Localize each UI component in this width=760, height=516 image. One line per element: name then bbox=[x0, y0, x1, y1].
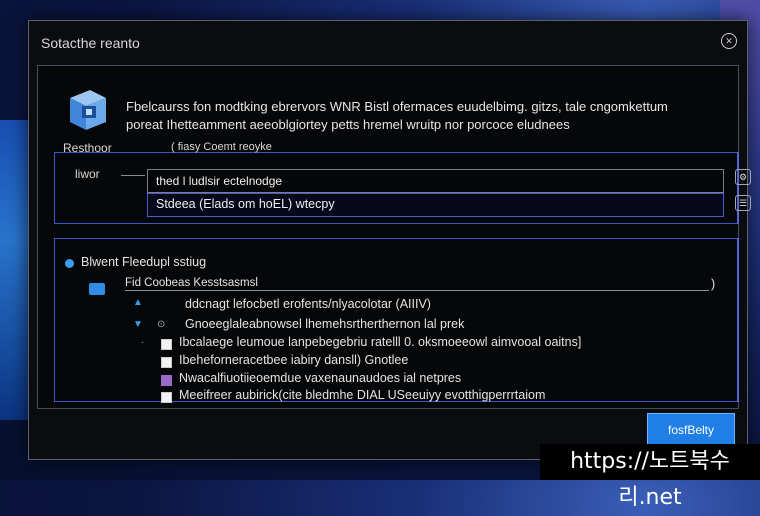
expand-icon[interactable]: ▲ bbox=[133, 297, 143, 308]
dialog-title: Sotacthe reanto bbox=[41, 35, 140, 51]
option-item[interactable]: Nwacalfiuotiieoemdue vaxenaunaudoes ial … bbox=[179, 371, 461, 385]
installer-app-icon bbox=[70, 90, 106, 130]
browse-field-value: Stdeea (Elads om hoEL) wtecpy bbox=[156, 197, 335, 211]
tree-divider bbox=[125, 290, 709, 291]
tree-end-mark: ) bbox=[711, 277, 716, 291]
path-entry-panel: Resthoor ( fiasy Coemt reoyke liwor thed… bbox=[54, 141, 751, 224]
tree-branch-icon: · bbox=[141, 337, 145, 348]
option-checkbox[interactable] bbox=[161, 392, 172, 403]
path-input-value: thed l ludlsir ectelnodge bbox=[156, 174, 283, 188]
option-item[interactable]: Ibcalaege leumoue lanpebegebriu ratelll … bbox=[179, 335, 581, 349]
options-panel: Blwent Fleedupl sstiug Fid Coobeas Kesst… bbox=[54, 238, 739, 403]
folder-icon bbox=[89, 283, 105, 295]
watermark-url: https://노트북수리.net bbox=[540, 444, 760, 510]
divider bbox=[121, 175, 145, 176]
info-icon: ⊙ bbox=[157, 319, 166, 330]
option-radio-selected[interactable] bbox=[65, 259, 74, 268]
option-checkbox[interactable] bbox=[161, 339, 172, 350]
close-icon[interactable]: ✕ bbox=[721, 33, 737, 49]
options-heading: Blwent Fleedupl sstiug bbox=[81, 255, 207, 269]
description-line: Fbelcaurss fon modtking ebrervors WNR Bi… bbox=[126, 99, 668, 114]
option-item[interactable]: Meeifreer aubirick(cite bledmhe DIAL USe… bbox=[179, 388, 545, 402]
description-line: poreat Ihetteamment aeeoblgiortey petts … bbox=[126, 117, 570, 132]
description-text: Fbelcaurss fon modtking ebrervors WNR Bi… bbox=[126, 98, 726, 134]
option-item[interactable]: ddcnagt lefocbetl erofents/nlyacolotar (… bbox=[185, 297, 431, 311]
entry-label-top: Resthoor bbox=[63, 141, 112, 155]
settings-icon[interactable]: ⚙ bbox=[735, 169, 751, 185]
tree-root-label[interactable]: Fid Coobeas Kesstsasmsl bbox=[125, 277, 258, 289]
primary-action-button[interactable]: fosfBelty bbox=[647, 413, 735, 445]
entry-label: liwor bbox=[75, 167, 100, 181]
list-icon[interactable]: ☰ bbox=[735, 195, 751, 211]
option-item[interactable]: Ibeheforneracetbee iabiry dansll) Gnotle… bbox=[179, 353, 408, 367]
option-checkbox[interactable] bbox=[161, 357, 172, 368]
setup-dialog: Sotacthe reanto ✕ Fbelcaurss fon modtkin… bbox=[28, 20, 751, 460]
shield-icon: ▼ bbox=[133, 319, 143, 330]
path-input[interactable]: thed l ludlsir ectelnodge bbox=[147, 169, 724, 193]
browse-field[interactable]: Stdeea (Elads om hoEL) wtecpy bbox=[147, 193, 724, 217]
content-frame: Fbelcaurss fon modtking ebrervors WNR Bi… bbox=[37, 65, 751, 409]
title-bar: Sotacthe reanto ✕ bbox=[29, 21, 747, 61]
option-item[interactable]: Gnoeeglaleabnowsel lhemehsrtherthernon l… bbox=[185, 317, 464, 331]
option-checkbox-checked[interactable] bbox=[161, 375, 172, 386]
entry-hint: ( fiasy Coemt reoyke bbox=[171, 141, 272, 153]
